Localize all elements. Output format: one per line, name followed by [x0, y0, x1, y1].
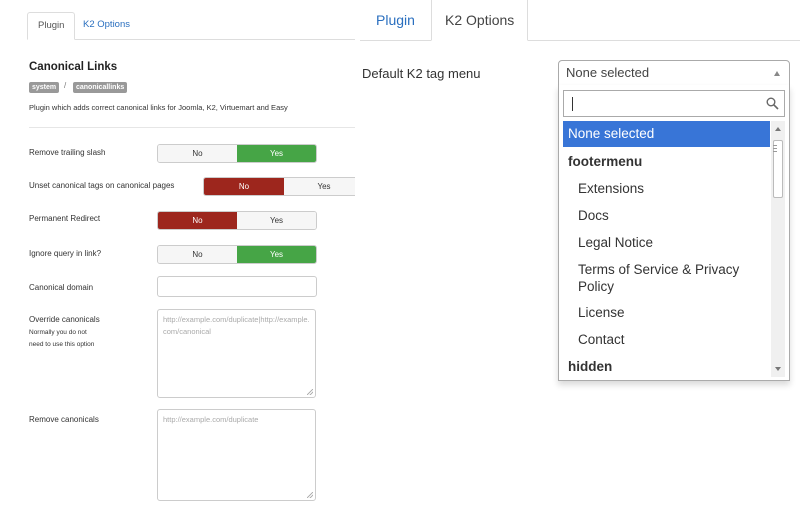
badge-separator: /: [64, 81, 67, 90]
option-contact[interactable]: Contact: [563, 331, 770, 348]
toggle-yes-button[interactable]: Yes: [237, 246, 316, 263]
divider: [29, 127, 355, 128]
toggle-no-button[interactable]: No: [158, 246, 237, 263]
override-canonicals-textarea[interactable]: http://example.com/duplicate|http://exam…: [157, 309, 316, 398]
badge-system: system: [29, 82, 60, 93]
option-docs[interactable]: Docs: [563, 207, 770, 224]
k2-tabs: Plugin K2 Options: [360, 0, 800, 41]
toggle-no-button[interactable]: No: [158, 145, 237, 162]
override-canonicals-help: Normally you do not need to use this opt…: [29, 329, 95, 348]
chevron-up-icon: [774, 71, 780, 76]
option-license[interactable]: License: [563, 304, 770, 321]
toggle-no-button[interactable]: No: [204, 178, 284, 195]
select-dropdown: None selected footermenu Extensions Docs…: [558, 85, 790, 381]
tab-plugin[interactable]: Plugin: [363, 0, 428, 40]
resize-handle[interactable]: [307, 389, 313, 395]
option-legal-notice[interactable]: Legal Notice: [563, 234, 770, 251]
tab-plugin[interactable]: Plugin: [27, 12, 76, 40]
options-list: None selected footermenu Extensions Docs…: [563, 121, 770, 377]
canonical-domain-input[interactable]: [157, 276, 317, 297]
permanent-redirect-label: Permanent Redirect: [29, 214, 101, 223]
scroll-up-arrow-icon[interactable]: [775, 127, 781, 131]
badge-canonicallinks: canonicallinks: [73, 82, 128, 93]
option-none-selected[interactable]: None selected: [563, 121, 770, 147]
option-extensions[interactable]: Extensions: [563, 180, 770, 197]
grip-icon: [773, 145, 777, 153]
option-terms-of-service[interactable]: Terms of Service & Privacy Policy: [563, 261, 753, 295]
toggle-yes-button[interactable]: Yes: [237, 212, 316, 229]
default-k2-tag-menu-label: Default K2 tag menu: [362, 66, 481, 81]
text-caret: [572, 97, 573, 111]
dropdown-search-input[interactable]: [563, 90, 785, 117]
scroll-down-arrow-icon[interactable]: [775, 367, 781, 371]
magnifier-icon: [766, 97, 779, 110]
ignore-query-toggle: No Yes: [157, 245, 317, 264]
canonical-domain-label: Canonical domain: [29, 283, 94, 292]
plugin-title: Canonical Links: [29, 61, 118, 73]
override-canonicals-placeholder: http://example.com/duplicate|http://exam…: [163, 315, 310, 336]
tab-k2-options[interactable]: K2 Options: [431, 0, 529, 41]
k2-tag-menu-select[interactable]: None selected: [558, 60, 790, 86]
remove-canonicals-placeholder: http://example.com/duplicate: [163, 415, 259, 424]
permanent-redirect-toggle: No Yes: [157, 211, 317, 230]
optgroup-hidden: hidden: [568, 359, 613, 374]
remove-trailing-slash-label: Remove trailing slash: [29, 148, 106, 157]
toggle-yes-button[interactable]: Yes: [284, 178, 355, 195]
toggle-no-button[interactable]: No: [158, 212, 237, 229]
plugin-tabs: Plugin K2 Options: [27, 12, 355, 40]
tab-k2-options[interactable]: K2 Options: [73, 12, 140, 38]
plugin-description: Plugin which adds correct canonical link…: [29, 103, 288, 112]
unset-canonical-toggle: No Yes: [203, 177, 355, 196]
resize-handle[interactable]: [307, 492, 313, 498]
ignore-query-label: Ignore query in link?: [29, 249, 102, 258]
override-canonicals-label: Override canonicals: [29, 315, 100, 324]
toggle-yes-button[interactable]: Yes: [237, 145, 316, 162]
remove-trailing-slash-toggle: No Yes: [157, 144, 317, 163]
remove-canonicals-label: Remove canonicals: [29, 415, 99, 424]
unset-canonical-label: Unset canonical tags on canonical pages: [29, 181, 175, 190]
plugin-settings-panel: Plugin K2 Options Canonical Links system…: [0, 0, 355, 530]
remove-canonicals-textarea[interactable]: http://example.com/duplicate: [157, 409, 316, 501]
select-value: None selected: [566, 65, 650, 80]
dropdown-scrollbar[interactable]: [771, 121, 785, 377]
optgroup-footermenu: footermenu: [568, 154, 643, 169]
